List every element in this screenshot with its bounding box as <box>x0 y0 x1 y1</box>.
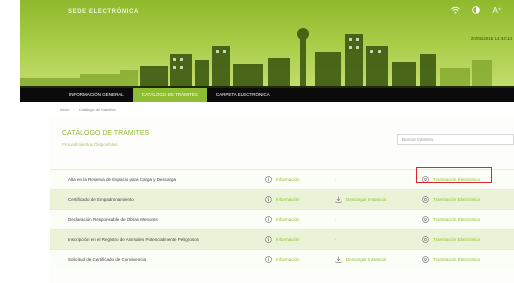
breadcrumb-separator: › <box>73 107 75 112</box>
header-tools: A⁺ <box>451 6 502 16</box>
site-header: SEDE ELECTRÓNICA A⁺ 20/05/2016 14:34:14 <box>20 0 514 88</box>
procedure-name: Solicitud de Certificado de Convivencia <box>68 257 147 262</box>
wifi-icon[interactable] <box>451 6 461 16</box>
main-navigation: INFORMACIÓN GENERAL CATÁLOGO DE TRÁMITES… <box>20 88 514 102</box>
main-content: CATÁLOGO DE TRÁMITES Procedimientos Disp… <box>50 117 514 283</box>
tab-catalogo-de-tramites[interactable]: CATÁLOGO DE TRÁMITES <box>132 88 207 102</box>
procedure-name: Alta en la Reserva de Espacio para Carga… <box>68 177 177 182</box>
info-icon <box>265 256 272 263</box>
breadcrumb-current: Catálogo de trámites <box>78 107 116 112</box>
contrast-icon[interactable] <box>472 6 481 16</box>
tramitacion-electronica-link[interactable]: Tramitación Electrónica <box>422 196 480 203</box>
procedure-name: Declaración Responsable de Obras Menores <box>68 217 158 222</box>
font-size-icon[interactable]: A⁺ <box>492 6 502 16</box>
at-sign-icon <box>422 256 429 263</box>
info-icon <box>265 176 272 183</box>
at-sign-icon <box>422 196 429 203</box>
download-icon <box>335 256 342 263</box>
info-link[interactable]: Información <box>265 216 300 223</box>
breadcrumb: Inicio › Catálogo de trámites <box>60 107 116 112</box>
tramitacion-electronica-link[interactable]: Tramitación Electrónica <box>422 216 480 223</box>
page-title: CATÁLOGO DE TRÁMITES <box>62 130 150 137</box>
tab-carpeta-electronica[interactable]: CARPETA ELECTRÓNICA <box>207 88 279 102</box>
download-instance-link[interactable]: Descargar Instancia <box>335 256 386 263</box>
city-skyline-illustration <box>20 28 514 88</box>
info-link[interactable]: Información <box>265 176 300 183</box>
info-icon <box>265 236 272 243</box>
tramitacion-electronica-link[interactable]: Tramitación Electrónica <box>422 236 480 243</box>
procedure-name: Certificado de Empadronamiento <box>68 197 134 202</box>
tramitacion-electronica-link[interactable]: Tramitación Electrónica <box>422 256 480 263</box>
table-row: Inscripción en el Registro de Animales P… <box>50 229 514 249</box>
tab-informacion-general[interactable]: INFORMACIÓN GENERAL <box>60 88 133 102</box>
download-instance-link[interactable]: Descargar Instancia <box>335 196 386 203</box>
page-subtitle: Procedimientos Disponibles <box>62 142 118 147</box>
download-unavailable: - <box>335 237 337 242</box>
search-input[interactable] <box>397 134 514 145</box>
info-link[interactable]: Información <box>265 256 300 263</box>
highlight-box <box>416 167 492 183</box>
download-unavailable: - <box>335 177 337 182</box>
table-row: Declaración Responsable de Obras Menores… <box>50 209 514 229</box>
table-row: Solicitud de Certificado de Convivencia … <box>50 249 514 269</box>
download-unavailable: - <box>335 217 337 222</box>
at-sign-icon <box>422 216 429 223</box>
info-link[interactable]: Información <box>265 236 300 243</box>
procedures-list: Alta en la Reserva de Espacio para Carga… <box>50 169 514 269</box>
breadcrumb-home[interactable]: Inicio <box>60 107 69 112</box>
table-row: Certificado de Empadronamiento Informaci… <box>50 189 514 209</box>
site-brand: SEDE ELECTRÓNICA <box>68 9 139 15</box>
info-link[interactable]: Información <box>265 196 300 203</box>
info-icon <box>265 216 272 223</box>
download-icon <box>335 196 342 203</box>
procedure-name: Inscripción en el Registro de Animales P… <box>68 237 199 242</box>
info-icon <box>265 196 272 203</box>
at-sign-icon <box>422 236 429 243</box>
